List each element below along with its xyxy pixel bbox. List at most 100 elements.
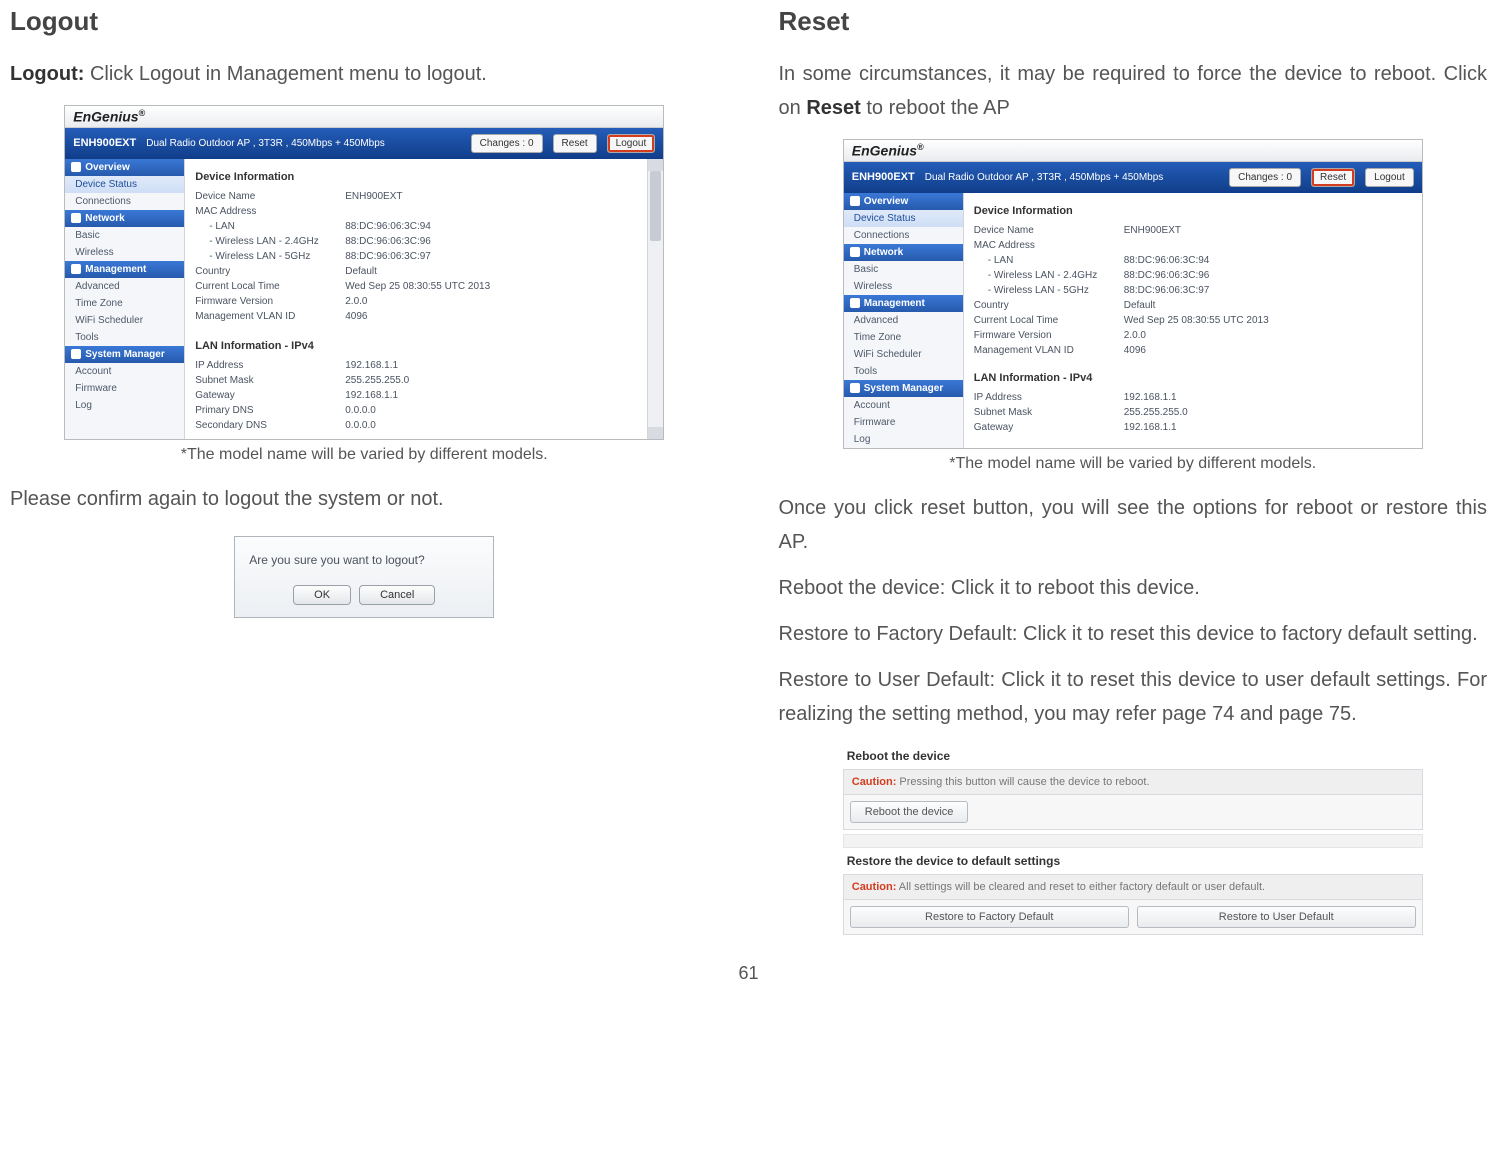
restore-user-button[interactable]: Restore to User Default xyxy=(1137,906,1416,928)
scroll-up-icon[interactable] xyxy=(648,159,663,171)
sidebar-account[interactable]: Account xyxy=(65,363,184,380)
country-v: Default xyxy=(345,266,637,277)
sidebar-wifi-scheduler[interactable]: WiFi Scheduler xyxy=(65,312,184,329)
reboot-restore-panel: Reboot the device Caution: Pressing this… xyxy=(843,743,1423,935)
mac-k: MAC Address xyxy=(195,206,345,217)
sidebar-system-manager[interactable]: System Manager xyxy=(844,380,963,397)
model-note-left: *The model name will be varied by differ… xyxy=(10,446,719,464)
reboot-caution: Caution: Pressing this button will cause… xyxy=(843,769,1423,795)
ip-v: 192.168.1.1 xyxy=(345,360,637,371)
logout-intro-rest: Click Logout in Management menu to logou… xyxy=(84,63,486,85)
model-label: ENH900EXT xyxy=(73,137,136,149)
restore-factory-button[interactable]: Restore to Factory Default xyxy=(850,906,1129,928)
network-icon xyxy=(850,247,860,257)
section-lan-info: LAN Information - IPv4 xyxy=(974,366,1412,390)
sidebar-basic[interactable]: Basic xyxy=(65,227,184,244)
sidebar-log[interactable]: Log xyxy=(65,397,184,414)
confirm-message: Are you sure you want to logout? xyxy=(249,553,479,567)
sidebar: Overview Device Status Connections Netwo… xyxy=(844,193,964,448)
sm-k: Subnet Mask xyxy=(195,375,345,386)
reset-p5: Restore to User Default: Click it to res… xyxy=(779,663,1488,731)
reset-p3: Reboot the device: Click it to reboot th… xyxy=(779,571,1488,605)
confirm-lead: Please confirm again to logout the syste… xyxy=(10,482,719,516)
reset-button[interactable]: Reset xyxy=(1311,168,1355,187)
gw-k: Gateway xyxy=(195,390,345,401)
sidebar-device-status[interactable]: Device Status xyxy=(844,210,963,227)
admin-header: ENH900EXT Dual Radio Outdoor AP , 3T3R ,… xyxy=(844,162,1422,193)
admin-header: ENH900EXT Dual Radio Outdoor AP , 3T3R ,… xyxy=(65,128,663,159)
sidebar-device-status[interactable]: Device Status xyxy=(65,176,184,193)
page-number: 61 xyxy=(10,963,1487,984)
gear-icon xyxy=(850,298,860,308)
w24-k: - Wireless LAN - 2.4GHz xyxy=(195,236,345,247)
sidebar-account[interactable]: Account xyxy=(844,397,963,414)
fw-v: 2.0.0 xyxy=(345,296,637,307)
sidebar-management[interactable]: Management xyxy=(844,295,963,312)
sidebar-advanced[interactable]: Advanced xyxy=(844,312,963,329)
w5-v: 88:DC:96:06:3C:97 xyxy=(345,251,637,262)
restore-caution: Caution: All settings will be cleared an… xyxy=(843,874,1423,900)
sidebar-basic[interactable]: Basic xyxy=(844,261,963,278)
gw-v: 192.168.1.1 xyxy=(345,390,637,401)
restore-title: Restore the device to default settings xyxy=(843,848,1423,874)
model-note-right: *The model name will be varied by differ… xyxy=(779,455,1488,473)
scroll-thumb[interactable] xyxy=(650,171,661,241)
devname-k: Device Name xyxy=(195,191,345,202)
sidebar-connections[interactable]: Connections xyxy=(65,193,184,210)
model-label: ENH900EXT xyxy=(852,171,915,183)
sidebar-firmware[interactable]: Firmware xyxy=(65,380,184,397)
logout-intro: Logout: Click Logout in Management menu … xyxy=(10,57,719,91)
sidebar-management[interactable]: Management xyxy=(65,261,184,278)
sdns-k: Secondary DNS xyxy=(195,420,345,431)
reset-intro: In some circumstances, it may be require… xyxy=(779,57,1488,125)
content-area: Device Information Device NameENH900EXT … xyxy=(964,193,1422,448)
time-v: Wed Sep 25 08:30:55 UTC 2013 xyxy=(345,281,637,292)
sidebar-tools[interactable]: Tools xyxy=(844,363,963,380)
scrollbar[interactable] xyxy=(647,159,663,439)
sidebar-advanced[interactable]: Advanced xyxy=(65,278,184,295)
model-desc: Dual Radio Outdoor AP , 3T3R , 450Mbps +… xyxy=(146,138,460,149)
vlan-k: Management VLAN ID xyxy=(195,311,345,322)
logout-button[interactable]: Logout xyxy=(607,134,656,153)
lan-k: - LAN xyxy=(195,221,345,232)
reset-button[interactable]: Reset xyxy=(553,134,597,153)
info-icon xyxy=(71,162,81,172)
sidebar-system-manager[interactable]: System Manager xyxy=(65,346,184,363)
user-icon xyxy=(850,383,860,393)
devname-v: ENH900EXT xyxy=(345,191,637,202)
reboot-device-button[interactable]: Reboot the device xyxy=(850,801,969,823)
sidebar-wireless[interactable]: Wireless xyxy=(65,244,184,261)
sidebar-tools[interactable]: Tools xyxy=(65,329,184,346)
content-area: Device Information Device NameENH900EXT … xyxy=(185,159,647,439)
changes-button[interactable]: Changes : 0 xyxy=(1229,168,1301,187)
pdns-k: Primary DNS xyxy=(195,405,345,416)
info-icon xyxy=(850,196,860,206)
reset-p4: Restore to Factory Default: Click it to … xyxy=(779,617,1488,651)
spacer-bar xyxy=(843,834,1423,848)
sidebar-overview[interactable]: Overview xyxy=(844,193,963,210)
section-device-info: Device Information xyxy=(195,165,637,189)
brand-bar: EnGenius® xyxy=(844,140,1422,162)
reset-heading: Reset xyxy=(779,6,1488,37)
sidebar-connections[interactable]: Connections xyxy=(844,227,963,244)
admin-screenshot-reset: EnGenius® ENH900EXT Dual Radio Outdoor A… xyxy=(843,139,1423,449)
gear-icon xyxy=(71,264,81,274)
sidebar-wifi-scheduler[interactable]: WiFi Scheduler xyxy=(844,346,963,363)
sidebar-network[interactable]: Network xyxy=(65,210,184,227)
cancel-button[interactable]: Cancel xyxy=(359,585,435,605)
pdns-v: 0.0.0.0 xyxy=(345,405,637,416)
sidebar-wireless[interactable]: Wireless xyxy=(844,278,963,295)
sidebar-overview[interactable]: Overview xyxy=(65,159,184,176)
sidebar-timezone[interactable]: Time Zone xyxy=(65,295,184,312)
logout-button[interactable]: Logout xyxy=(1365,168,1414,187)
scroll-down-icon[interactable] xyxy=(648,427,663,439)
sidebar-firmware[interactable]: Firmware xyxy=(844,414,963,431)
sidebar-timezone[interactable]: Time Zone xyxy=(844,329,963,346)
sidebar-log[interactable]: Log xyxy=(844,431,963,448)
engenius-logo: EnGenius® xyxy=(852,142,924,159)
changes-button[interactable]: Changes : 0 xyxy=(471,134,543,153)
reboot-title: Reboot the device xyxy=(843,743,1423,769)
admin-screenshot-logout: EnGenius® ENH900EXT Dual Radio Outdoor A… xyxy=(64,105,664,440)
sidebar-network[interactable]: Network xyxy=(844,244,963,261)
ok-button[interactable]: OK xyxy=(293,585,351,605)
